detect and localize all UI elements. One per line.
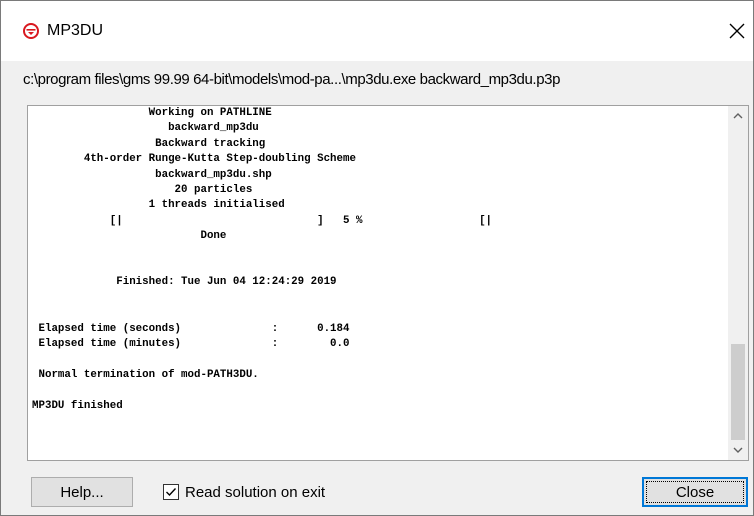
output-log: Working on PATHLINE backward_mp3du Backw… (32, 107, 493, 412)
checkmark-icon (166, 488, 177, 497)
help-button[interactable]: Help... (31, 477, 133, 507)
window-title: MP3DU (47, 22, 104, 39)
close-button-label: Close (675, 483, 715, 501)
scrollbar-thumb[interactable] (731, 344, 745, 440)
vertical-scrollbar[interactable] (728, 106, 748, 460)
checkbox-box[interactable] (163, 484, 179, 500)
title-bar[interactable]: MP3DU (1, 1, 753, 61)
close-button[interactable]: Close (642, 477, 748, 507)
read-solution-label: Read solution on exit (185, 483, 326, 501)
close-icon[interactable] (725, 19, 749, 43)
chevron-up-icon[interactable] (728, 106, 748, 126)
command-line-label: c:\program files\gms 99.99 64-bit\models… (23, 71, 561, 88)
mp3du-app-icon (23, 23, 39, 39)
read-solution-checkbox[interactable]: Read solution on exit (163, 482, 325, 502)
output-textbox[interactable]: Working on PATHLINE backward_mp3du Backw… (27, 105, 749, 461)
mp3du-dialog: MP3DU c:\program files\gms 99.99 64-bit\… (0, 0, 754, 516)
chevron-down-icon[interactable] (728, 440, 748, 460)
